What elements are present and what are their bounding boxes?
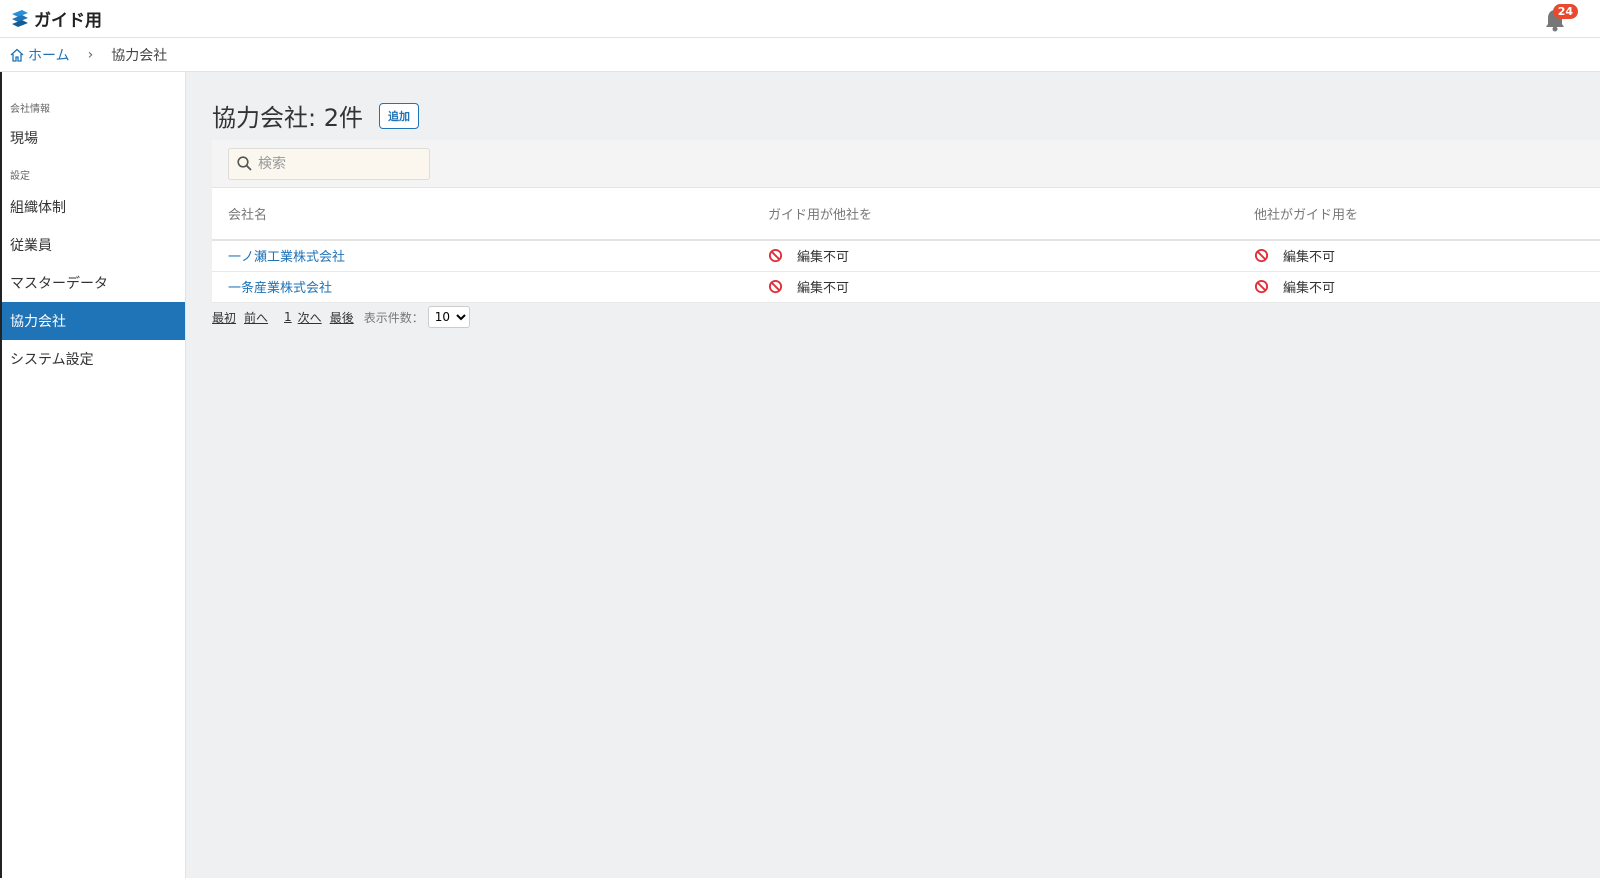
main-content: 協力会社: 2件 追加 会社名 ガイド用が他社を 他社がガイド用を — [186, 72, 1600, 878]
company-link[interactable]: 一条産業株式会社 — [228, 281, 332, 296]
column-header-others-to-guide[interactable]: 他社がガイド用を — [1238, 188, 1600, 241]
search-input[interactable] — [258, 155, 418, 172]
pagination: 最初 前へ 1 次へ 最後 表示件数： 10 — [212, 306, 470, 328]
table-header-row: 会社名 ガイド用が他社を 他社がガイド用を — [212, 188, 1600, 241]
permission-cell: 編集不可 — [1254, 246, 1600, 265]
per-page-label: 表示件数： — [363, 310, 424, 325]
home-icon — [10, 48, 24, 62]
sidebar: 会社情報 現場 設定 組織体制 従業員 マスターデータ 協力会社 システム設定 — [0, 72, 186, 878]
pager-last[interactable]: 最後 — [330, 309, 354, 326]
sidebar-item-organization[interactable]: 組織体制 — [2, 188, 185, 226]
partner-table: 会社名 ガイド用が他社を 他社がガイド用を 一ノ瀬工業株式会社 編集不可 編集不… — [212, 188, 1600, 303]
sidebar-item-master-data[interactable]: マスターデータ — [2, 264, 185, 302]
sidebar-item-system-settings[interactable]: システム設定 — [2, 340, 185, 378]
permission-cell: 編集不可 — [768, 277, 1238, 296]
permission-label: 編集不可 — [1283, 250, 1336, 266]
page-header: 協力会社: 2件 追加 — [212, 98, 419, 133]
sidebar-section-company: 会社情報 — [10, 104, 50, 115]
permission-label: 編集不可 — [797, 250, 850, 266]
search-bar — [212, 140, 1600, 188]
sidebar-item-employees[interactable]: 従業員 — [2, 226, 185, 264]
table-row: 一条産業株式会社 編集不可 編集不可 — [212, 271, 1600, 303]
prohibited-icon — [1254, 279, 1269, 294]
app-logo[interactable]: ガイド用 — [10, 6, 102, 31]
sidebar-item-partner-companies[interactable]: 協力会社 — [2, 302, 185, 340]
search-icon — [237, 156, 252, 171]
app-title: ガイド用 — [34, 11, 102, 31]
breadcrumb-separator: › — [87, 46, 94, 63]
column-header-company-name[interactable]: 会社名 — [212, 188, 752, 241]
sidebar-section-settings: 設定 — [10, 171, 30, 182]
pager-page-1[interactable]: 1 — [284, 310, 292, 324]
permission-label: 編集不可 — [1283, 281, 1336, 296]
partner-table-panel: 会社名 ガイド用が他社を 他社がガイド用を 一ノ瀬工業株式会社 編集不可 — [212, 140, 1600, 303]
permission-cell: 編集不可 — [1254, 277, 1600, 296]
sidebar-item-sites[interactable]: 現場 — [2, 121, 185, 155]
breadcrumb-home[interactable]: ホーム — [10, 45, 70, 65]
table-row: 一ノ瀬工業株式会社 編集不可 編集不可 — [212, 240, 1600, 272]
pager-prev[interactable]: 前へ — [244, 309, 268, 326]
page-title: 協力会社: 2件 — [212, 104, 363, 132]
prohibited-icon — [1254, 249, 1269, 263]
notification-button[interactable]: 24 — [1544, 4, 1578, 32]
logo-icon — [12, 9, 28, 27]
prohibited-icon — [768, 249, 783, 263]
app-header: ガイド用 24 — [0, 0, 1600, 38]
add-button[interactable]: 追加 — [378, 102, 419, 129]
breadcrumb-current: 協力会社 — [111, 47, 168, 64]
company-link[interactable]: 一ノ瀬工業株式会社 — [228, 250, 345, 265]
pager-first[interactable]: 最初 — [212, 309, 236, 326]
pager-next[interactable]: 次へ — [298, 309, 322, 326]
permission-cell: 編集不可 — [768, 246, 1238, 265]
notification-badge: 24 — [1552, 4, 1578, 19]
breadcrumb-home-label: ホーム — [28, 47, 70, 64]
breadcrumb: ホーム › 協力会社 — [0, 38, 1600, 72]
per-page-select[interactable]: 10 — [427, 306, 470, 328]
search-box[interactable] — [228, 147, 430, 180]
prohibited-icon — [768, 279, 783, 294]
permission-label: 編集不可 — [797, 281, 850, 296]
column-header-guide-to-others[interactable]: ガイド用が他社を — [752, 188, 1238, 241]
